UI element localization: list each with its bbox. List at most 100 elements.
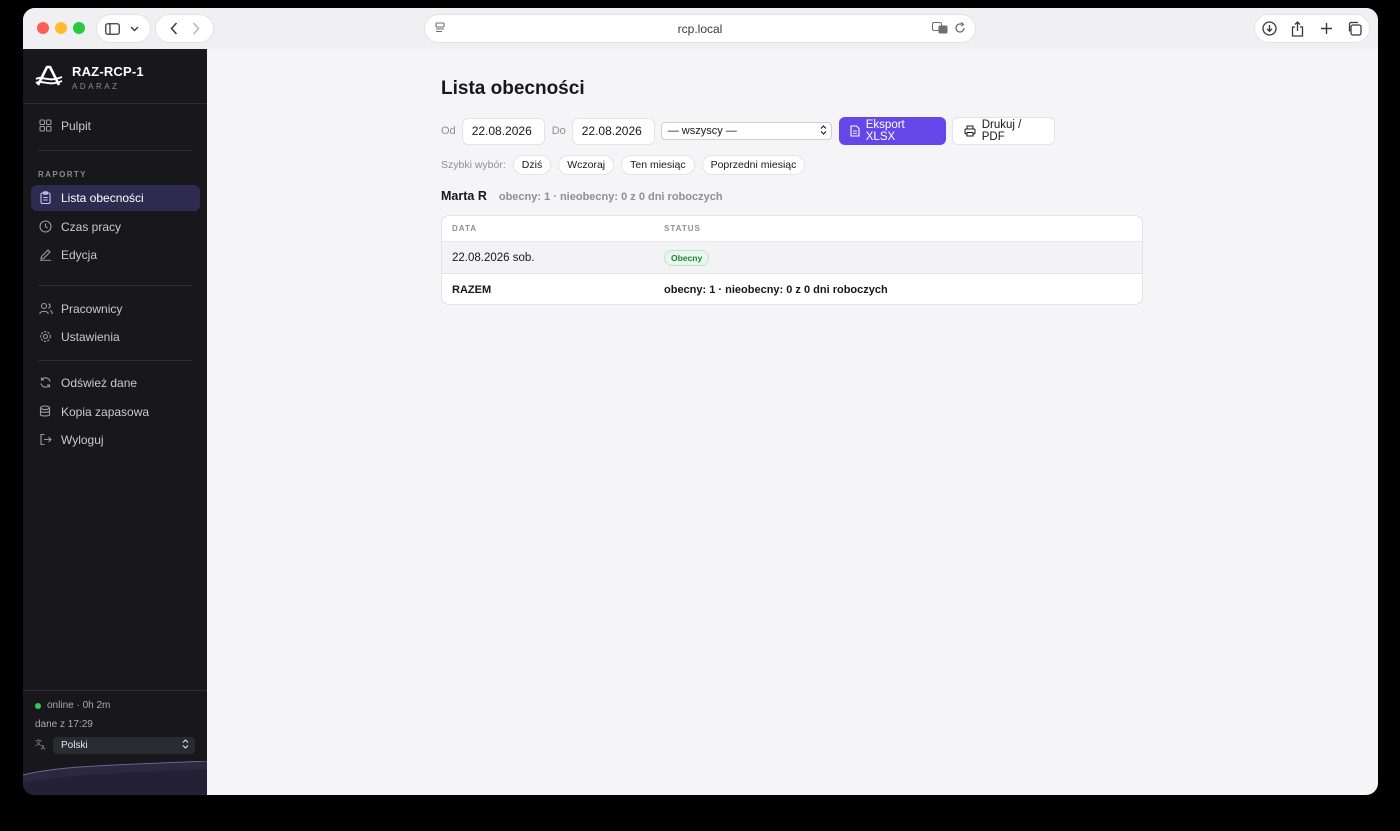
clipboard-icon: [39, 191, 53, 205]
employee-summary-text: obecny: 1 · nieobecny: 0 z 0 dni roboczy…: [498, 191, 723, 203]
chip-label: Poprzedni miesiąc: [710, 159, 797, 171]
chip-label: Wczoraj: [567, 159, 606, 171]
page-settings-icon[interactable]: [433, 20, 447, 39]
printer-icon: [964, 125, 976, 137]
sidebar-item-ustawienia[interactable]: Ustawienia: [31, 324, 200, 350]
browser-window: rcp.local RAZ-RCP-1 ADARAZ Pulpit RAPORT…: [23, 8, 1378, 795]
sidebar-item-label: Edycja: [61, 248, 98, 262]
sidebar-toggle-group: [97, 15, 150, 42]
export-xlsx-button[interactable]: Eksport XLSX: [838, 117, 946, 145]
divider: [23, 690, 207, 691]
row-status: Obecny: [664, 242, 710, 273]
new-tab-icon[interactable]: [1315, 18, 1337, 40]
sidebar-wave-decoration: [23, 761, 207, 795]
database-icon: [39, 405, 53, 419]
employee-summary: Marta R obecny: 1 · nieobecny: 0 z 0 dni…: [441, 189, 723, 203]
divider: [38, 150, 192, 151]
reload-icon[interactable]: [951, 19, 969, 37]
from-date-input[interactable]: 22.08.2026: [461, 117, 545, 145]
app-sidebar: RAZ-RCP-1 ADARAZ Pulpit RAPORTY Lista ob…: [23, 49, 207, 795]
column-header-status: STATUS: [664, 224, 701, 233]
status-badge: Obecny: [664, 249, 710, 266]
clock-icon: [39, 220, 53, 234]
print-pdf-label: Drukuj / PDF: [981, 119, 1022, 143]
sidebar-item-kopia-zapasowa[interactable]: Kopia zapasowa: [31, 399, 200, 425]
file-icon: [850, 125, 860, 137]
quick-select: Szybki wybór: Dziś Wczoraj Ten miesiąc P…: [441, 155, 812, 175]
data-timestamp: dane z 17:29: [35, 719, 93, 730]
address-text: rcp.local: [677, 21, 723, 36]
back-icon[interactable]: [163, 18, 185, 40]
language-value: Polski: [61, 740, 88, 751]
section-label-reports: RAPORTY: [38, 170, 87, 179]
brand-logo-icon: [35, 65, 63, 86]
pencil-icon: [39, 248, 53, 262]
sidebar-item-pracownicy[interactable]: Pracownicy: [31, 296, 200, 322]
attendance-table: DATA STATUS 22.08.2026 sob. Obecny RAZEM…: [441, 215, 1143, 305]
employee-select[interactable]: — wszyscy —: [660, 122, 832, 140]
users-icon: [39, 302, 53, 316]
from-date-value: 22.08.2026: [471, 124, 532, 138]
to-date-input[interactable]: 22.08.2026: [571, 117, 655, 145]
address-bar[interactable]: rcp.local: [425, 15, 975, 42]
to-label: Do: [551, 125, 566, 137]
gear-icon: [39, 330, 53, 344]
column-header-date: DATA: [452, 224, 478, 233]
online-dot-icon: [35, 702, 41, 709]
forward-icon[interactable]: [185, 18, 207, 40]
chip-label: Dziś: [521, 159, 543, 171]
select-arrows-icon: [820, 124, 827, 138]
language-icon: 文A: [35, 738, 49, 753]
table-footer-row: RAZEM obecny: 1 · nieobecny: 0 z 0 dni r…: [442, 274, 1142, 304]
sidebar-item-pulpit[interactable]: Pulpit: [31, 113, 200, 139]
language-switcher: 文A Polski: [35, 737, 195, 754]
table-row[interactable]: 22.08.2026 sob. Obecny: [442, 242, 1142, 274]
sidebar-item-wyloguj[interactable]: Wyloguj: [31, 427, 200, 453]
browser-actions: [1255, 15, 1369, 42]
to-date-value: 22.08.2026: [581, 124, 642, 138]
sidebar-item-lista-obecnosci[interactable]: Lista obecności: [31, 185, 200, 211]
brand[interactable]: RAZ-RCP-1 ADARAZ: [35, 63, 144, 91]
zoom-window-button[interactable]: [73, 22, 85, 34]
row-date: 22.08.2026 sob.: [452, 251, 535, 264]
svg-text:A: A: [41, 745, 46, 751]
sidebar-item-label: Wyloguj: [61, 433, 104, 447]
quick-today-button[interactable]: Dziś: [512, 155, 552, 175]
main-content: Lista obecności Od 22.08.2026 Do 22.08.2…: [207, 49, 1378, 795]
chevron-down-icon[interactable]: [124, 18, 146, 40]
language-select[interactable]: Polski: [53, 737, 195, 754]
filter-bar: Od 22.08.2026 Do 22.08.2026 — wszyscy — …: [441, 117, 1055, 145]
sidebar-item-label: Ustawienia: [61, 330, 120, 344]
print-pdf-button[interactable]: Drukuj / PDF: [951, 117, 1055, 145]
translate-icon[interactable]: [931, 19, 949, 37]
refresh-icon: [39, 376, 53, 390]
total-label: RAZEM: [452, 283, 492, 296]
online-status-text: online · 0h 2m: [47, 700, 111, 711]
sidebar-item-label: Kopia zapasowa: [61, 405, 150, 419]
tabs-overview-icon[interactable]: [1344, 18, 1366, 40]
from-label: Od: [441, 125, 456, 137]
quick-yesterday-button[interactable]: Wczoraj: [558, 155, 615, 175]
grid-icon: [39, 119, 53, 133]
sidebar-item-czas-pracy[interactable]: Czas pracy: [31, 214, 200, 240]
quick-previous-month-button[interactable]: Poprzedni miesiąc: [701, 155, 806, 175]
table-header-row: DATA STATUS: [442, 216, 1142, 242]
sidebar-item-label: Pracownicy: [61, 302, 123, 316]
select-arrows-icon: [182, 739, 189, 752]
export-xlsx-label: Eksport XLSX: [865, 119, 905, 143]
quick-this-month-button[interactable]: Ten miesiąc: [621, 155, 695, 175]
close-window-button[interactable]: [37, 22, 49, 34]
quick-select-label: Szybki wybór:: [441, 159, 506, 171]
divider: [23, 103, 207, 104]
sidebar-item-edycja[interactable]: Edycja: [31, 242, 200, 268]
minimize-window-button[interactable]: [55, 22, 67, 34]
sidebar-item-label: Lista obecności: [61, 191, 144, 205]
share-icon[interactable]: [1287, 18, 1309, 40]
download-icon[interactable]: [1258, 18, 1280, 40]
online-status: online · 0h 2m: [35, 700, 110, 711]
sidebar-toggle-icon[interactable]: [102, 18, 124, 40]
nav-buttons: [156, 15, 213, 42]
divider: [38, 360, 192, 361]
sidebar-item-label: Czas pracy: [61, 220, 122, 234]
sidebar-item-odswiez-dane[interactable]: Odśwież dane: [31, 370, 200, 396]
